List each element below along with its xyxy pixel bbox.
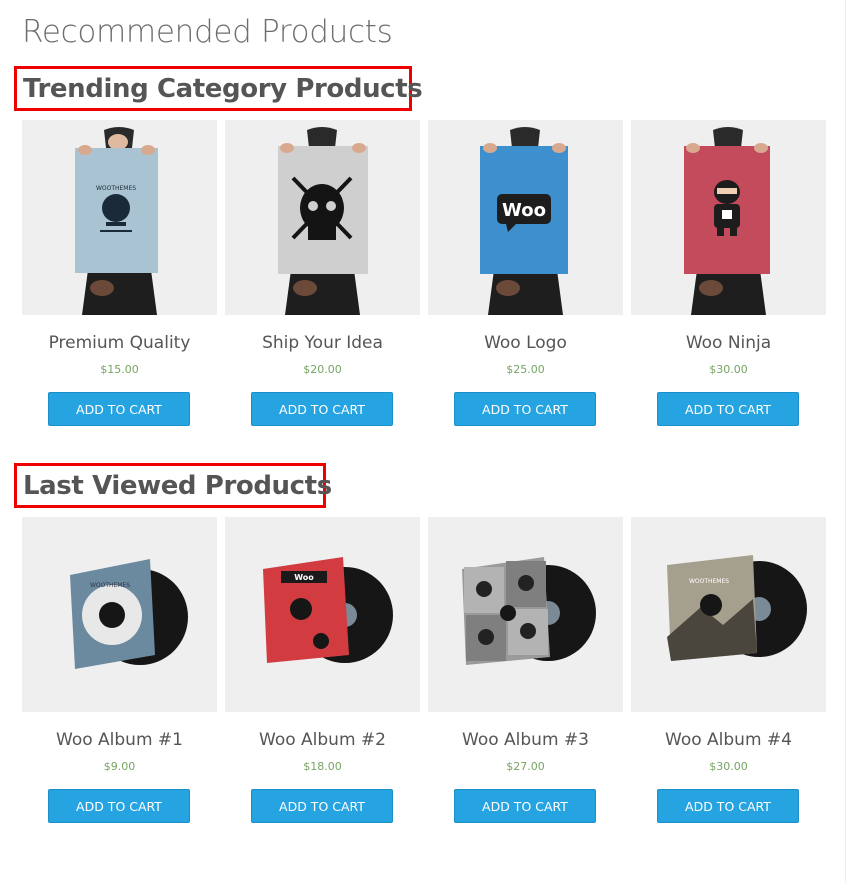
- add-to-cart-button[interactable]: ADD TO CART: [454, 789, 596, 823]
- product-name[interactable]: Woo Album #3: [428, 730, 623, 750]
- product-price: $27.00: [506, 760, 545, 773]
- svg-text:WOOTHEMES: WOOTHEMES: [96, 185, 136, 192]
- svg-text:Woo: Woo: [294, 573, 314, 582]
- trending-products-grid: WOOTHEMES Premium Quality $15.00 ADD TO …: [22, 120, 826, 440]
- add-to-cart-button[interactable]: ADD TO CART: [657, 789, 799, 823]
- product-price: $20.00: [303, 363, 342, 376]
- product-image[interactable]: [428, 517, 623, 712]
- product-card: Woo Ninja $30.00 ADD TO CART: [631, 120, 826, 440]
- svg-text:Woo: Woo: [502, 200, 546, 221]
- product-card: Woo Woo Logo $25.00 ADD TO CART: [428, 120, 623, 440]
- product-image[interactable]: Woo: [428, 120, 623, 315]
- product-price: $25.00: [506, 363, 545, 376]
- product-name[interactable]: Ship Your Idea: [225, 333, 420, 353]
- product-image[interactable]: WOOTHEMES: [22, 120, 217, 315]
- svg-text:WOOTHEMES: WOOTHEMES: [90, 582, 130, 589]
- add-to-cart-button[interactable]: ADD TO CART: [48, 789, 190, 823]
- poster-woothemes-icon: WOOTHEMES: [22, 120, 217, 315]
- poster-ninja-icon: [631, 120, 826, 315]
- product-price: $18.00: [303, 760, 342, 773]
- last-viewed-products-grid: WOOTHEMES Woo Album #1 $9.00 ADD TO CART…: [22, 517, 826, 837]
- album-woo-red-icon: Woo: [225, 517, 420, 712]
- page-title: Recommended Products: [22, 14, 393, 50]
- product-name[interactable]: Woo Ninja: [631, 333, 826, 353]
- last-viewed-section-title: Last Viewed Products: [14, 463, 332, 508]
- album-ninjas-icon: [428, 517, 623, 712]
- product-name[interactable]: Woo Album #4: [631, 730, 826, 750]
- product-price: $9.00: [103, 760, 136, 773]
- product-card: Woo Album #3 $27.00 ADD TO CART: [428, 517, 623, 837]
- product-image[interactable]: WOOTHEMES: [631, 517, 826, 712]
- product-price: $30.00: [709, 760, 748, 773]
- album-woothemes-icon: WOOTHEMES: [22, 517, 217, 712]
- product-card: Woo Woo Album #2 $18.00 ADD TO CART: [225, 517, 420, 837]
- product-image[interactable]: [631, 120, 826, 315]
- album-mountain-icon: WOOTHEMES: [631, 517, 826, 712]
- trending-section-title: Trending Category Products: [14, 66, 423, 111]
- product-image[interactable]: Woo: [225, 517, 420, 712]
- product-price: $15.00: [100, 363, 139, 376]
- add-to-cart-button[interactable]: ADD TO CART: [48, 392, 190, 426]
- poster-skull-icon: [225, 120, 420, 315]
- product-name[interactable]: Woo Album #2: [225, 730, 420, 750]
- product-card: WOOTHEMES Woo Album #1 $9.00 ADD TO CART: [22, 517, 217, 837]
- product-card: WOOTHEMES Premium Quality $15.00 ADD TO …: [22, 120, 217, 440]
- product-name[interactable]: Woo Logo: [428, 333, 623, 353]
- add-to-cart-button[interactable]: ADD TO CART: [454, 392, 596, 426]
- product-name[interactable]: Woo Album #1: [22, 730, 217, 750]
- product-image[interactable]: [225, 120, 420, 315]
- add-to-cart-button[interactable]: ADD TO CART: [251, 789, 393, 823]
- product-card: WOOTHEMES Woo Album #4 $30.00 ADD TO CAR…: [631, 517, 826, 837]
- poster-woo-logo-icon: Woo: [428, 120, 623, 315]
- product-name[interactable]: Premium Quality: [22, 333, 217, 353]
- add-to-cart-button[interactable]: ADD TO CART: [657, 392, 799, 426]
- product-price: $30.00: [709, 363, 748, 376]
- product-card: Ship Your Idea $20.00 ADD TO CART: [225, 120, 420, 440]
- page-right-divider: [845, 0, 846, 882]
- add-to-cart-button[interactable]: ADD TO CART: [251, 392, 393, 426]
- svg-text:WOOTHEMES: WOOTHEMES: [689, 578, 729, 585]
- product-image[interactable]: WOOTHEMES: [22, 517, 217, 712]
